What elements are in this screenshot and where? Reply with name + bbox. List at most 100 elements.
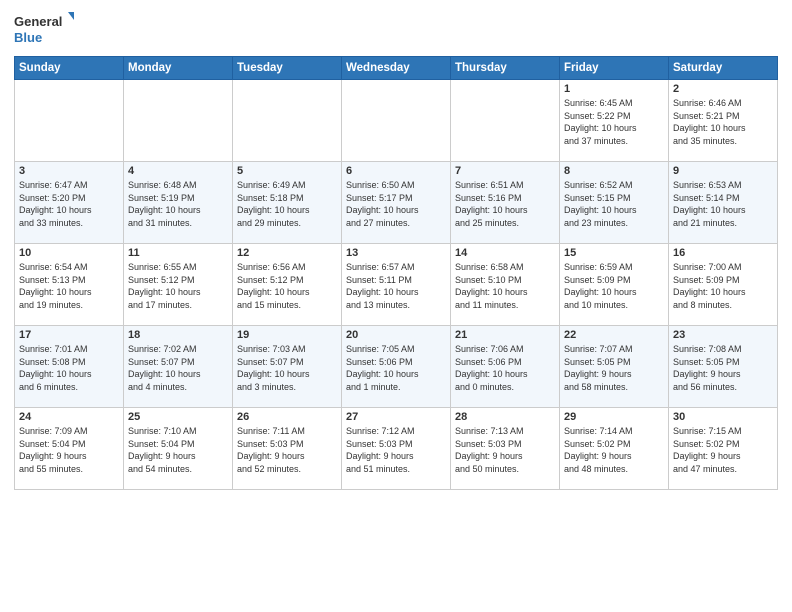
day-number: 29: [564, 411, 664, 423]
logo: General Blue: [14, 10, 74, 48]
day-number: 22: [564, 329, 664, 341]
day-number: 2: [673, 83, 773, 95]
day-info: Sunrise: 7:01 AMSunset: 5:08 PMDaylight:…: [19, 343, 119, 393]
day-info: Sunrise: 6:51 AMSunset: 5:16 PMDaylight:…: [455, 179, 555, 229]
day-info: Sunrise: 7:05 AMSunset: 5:06 PMDaylight:…: [346, 343, 446, 393]
day-number: 17: [19, 329, 119, 341]
day-info: Sunrise: 7:00 AMSunset: 5:09 PMDaylight:…: [673, 261, 773, 311]
weekday-header-thursday: Thursday: [451, 57, 560, 80]
day-number: 13: [346, 247, 446, 259]
day-number: 23: [673, 329, 773, 341]
calendar-cell: 15 Sunrise: 6:59 AMSunset: 5:09 PMDayligh…: [560, 244, 669, 326]
day-number: 20: [346, 329, 446, 341]
calendar-cell: 5 Sunrise: 6:49 AMSunset: 5:18 PMDaylight…: [233, 162, 342, 244]
weekday-header-friday: Friday: [560, 57, 669, 80]
day-info: Sunrise: 7:03 AMSunset: 5:07 PMDaylight:…: [237, 343, 337, 393]
calendar-cell: 2 Sunrise: 6:46 AMSunset: 5:21 PMDaylight…: [669, 80, 778, 162]
calendar-week-row: 1 Sunrise: 6:45 AMSunset: 5:22 PMDaylight…: [15, 80, 778, 162]
day-info: Sunrise: 6:50 AMSunset: 5:17 PMDaylight:…: [346, 179, 446, 229]
day-number: 11: [128, 247, 228, 259]
day-info: Sunrise: 6:46 AMSunset: 5:21 PMDaylight:…: [673, 97, 773, 147]
calendar-cell: 8Sunrise: 6:52 AMSunset: 5:15 PMDaylight…: [560, 162, 669, 244]
calendar-cell: 26Sunrise: 7:11 AMSunset: 5:03 PMDayligh…: [233, 408, 342, 490]
day-info: Sunrise: 7:10 AMSunset: 5:04 PMDaylight:…: [128, 425, 228, 475]
day-info: Sunrise: 6:48 AMSunset: 5:19 PMDaylight:…: [128, 179, 228, 229]
calendar-cell: 3 Sunrise: 6:47 AMSunset: 5:20 PMDaylight…: [15, 162, 124, 244]
svg-text:Blue: Blue: [14, 30, 42, 45]
calendar-cell: 27Sunrise: 7:12 AMSunset: 5:03 PMDayligh…: [342, 408, 451, 490]
day-info: Sunrise: 7:06 AMSunset: 5:06 PMDaylight:…: [455, 343, 555, 393]
calendar-cell: 1 Sunrise: 6:45 AMSunset: 5:22 PMDaylight…: [560, 80, 669, 162]
day-number: 19: [237, 329, 337, 341]
logo-svg: General Blue: [14, 10, 74, 48]
weekday-header-tuesday: Tuesday: [233, 57, 342, 80]
calendar-cell: 21Sunrise: 7:06 AMSunset: 5:06 PMDayligh…: [451, 326, 560, 408]
page-header: General Blue: [14, 10, 778, 48]
day-info: Sunrise: 6:45 AMSunset: 5:22 PMDaylight:…: [564, 97, 664, 147]
day-number: 3: [19, 165, 119, 177]
day-info: Sunrise: 7:11 AMSunset: 5:03 PMDaylight:…: [237, 425, 337, 475]
calendar-cell: [451, 80, 560, 162]
calendar-cell: 28Sunrise: 7:13 AMSunset: 5:03 PMDayligh…: [451, 408, 560, 490]
calendar-cell: 13 Sunrise: 6:57 AMSunset: 5:11 PMDayligh…: [342, 244, 451, 326]
day-number: 8: [564, 165, 664, 177]
svg-text:General: General: [14, 14, 62, 29]
day-info: Sunrise: 6:54 AMSunset: 5:13 PMDaylight:…: [19, 261, 119, 311]
day-info: Sunrise: 6:49 AMSunset: 5:18 PMDaylight:…: [237, 179, 337, 229]
calendar-cell: 18Sunrise: 7:02 AMSunset: 5:07 PMDayligh…: [124, 326, 233, 408]
calendar-cell: 6 Sunrise: 6:50 AMSunset: 5:17 PMDaylight…: [342, 162, 451, 244]
day-number: 6: [346, 165, 446, 177]
day-number: 14: [455, 247, 555, 259]
weekday-header-row: SundayMondayTuesdayWednesdayThursdayFrid…: [15, 57, 778, 80]
day-number: 5: [237, 165, 337, 177]
calendar-cell: 25Sunrise: 7:10 AMSunset: 5:04 PMDayligh…: [124, 408, 233, 490]
day-info: Sunrise: 7:07 AMSunset: 5:05 PMDaylight:…: [564, 343, 664, 393]
calendar-table: SundayMondayTuesdayWednesdayThursdayFrid…: [14, 56, 778, 490]
calendar-cell: 20 Sunrise: 7:05 AMSunset: 5:06 PMDayligh…: [342, 326, 451, 408]
weekday-header-monday: Monday: [124, 57, 233, 80]
day-number: 7: [455, 165, 555, 177]
calendar-cell: [124, 80, 233, 162]
calendar-cell: 23 Sunrise: 7:08 AMSunset: 5:05 PMDayligh…: [669, 326, 778, 408]
day-info: Sunrise: 7:15 AMSunset: 5:02 PMDaylight:…: [673, 425, 773, 475]
day-info: Sunrise: 6:58 AMSunset: 5:10 PMDaylight:…: [455, 261, 555, 311]
calendar-cell: 22 Sunrise: 7:07 AMSunset: 5:05 PMDayligh…: [560, 326, 669, 408]
day-info: Sunrise: 7:09 AMSunset: 5:04 PMDaylight:…: [19, 425, 119, 475]
day-number: 4: [128, 165, 228, 177]
day-info: Sunrise: 7:13 AMSunset: 5:03 PMDaylight:…: [455, 425, 555, 475]
day-info: Sunrise: 6:57 AMSunset: 5:11 PMDaylight:…: [346, 261, 446, 311]
day-info: Sunrise: 6:47 AMSunset: 5:20 PMDaylight:…: [19, 179, 119, 229]
calendar-cell: 30 Sunrise: 7:15 AMSunset: 5:02 PMDayligh…: [669, 408, 778, 490]
calendar-cell: 29 Sunrise: 7:14 AMSunset: 5:02 PMDayligh…: [560, 408, 669, 490]
calendar-week-row: 24 Sunrise: 7:09 AMSunset: 5:04 PMDayligh…: [15, 408, 778, 490]
day-info: Sunrise: 6:53 AMSunset: 5:14 PMDaylight:…: [673, 179, 773, 229]
calendar-week-row: 17 Sunrise: 7:01 AMSunset: 5:08 PMDayligh…: [15, 326, 778, 408]
day-info: Sunrise: 6:59 AMSunset: 5:09 PMDaylight:…: [564, 261, 664, 311]
day-number: 12: [237, 247, 337, 259]
day-info: Sunrise: 7:08 AMSunset: 5:05 PMDaylight:…: [673, 343, 773, 393]
calendar-cell: 16 Sunrise: 7:00 AMSunset: 5:09 PMDayligh…: [669, 244, 778, 326]
calendar-cell: 11 Sunrise: 6:55 AMSunset: 5:12 PMDayligh…: [124, 244, 233, 326]
day-info: Sunrise: 6:55 AMSunset: 5:12 PMDaylight:…: [128, 261, 228, 311]
weekday-header-sunday: Sunday: [15, 57, 124, 80]
calendar-cell: 17 Sunrise: 7:01 AMSunset: 5:08 PMDayligh…: [15, 326, 124, 408]
day-number: 15: [564, 247, 664, 259]
day-number: 18: [128, 329, 228, 341]
calendar-cell: 14 Sunrise: 6:58 AMSunset: 5:10 PMDayligh…: [451, 244, 560, 326]
day-info: Sunrise: 7:14 AMSunset: 5:02 PMDaylight:…: [564, 425, 664, 475]
calendar-cell: 12Sunrise: 6:56 AMSunset: 5:12 PMDayligh…: [233, 244, 342, 326]
day-number: 16: [673, 247, 773, 259]
calendar-cell: 24 Sunrise: 7:09 AMSunset: 5:04 PMDayligh…: [15, 408, 124, 490]
page-container: General Blue SundayMondayTuesdayWednesda…: [0, 0, 792, 498]
calendar-cell: 19 Sunrise: 7:03 AMSunset: 5:07 PMDayligh…: [233, 326, 342, 408]
calendar-cell: [233, 80, 342, 162]
calendar-cell: 4 Sunrise: 6:48 AMSunset: 5:19 PMDaylight…: [124, 162, 233, 244]
day-number: 30: [673, 411, 773, 423]
day-number: 24: [19, 411, 119, 423]
day-number: 1: [564, 83, 664, 95]
day-info: Sunrise: 7:12 AMSunset: 5:03 PMDaylight:…: [346, 425, 446, 475]
calendar-cell: [15, 80, 124, 162]
calendar-cell: [342, 80, 451, 162]
weekday-header-saturday: Saturday: [669, 57, 778, 80]
calendar-week-row: 3 Sunrise: 6:47 AMSunset: 5:20 PMDaylight…: [15, 162, 778, 244]
